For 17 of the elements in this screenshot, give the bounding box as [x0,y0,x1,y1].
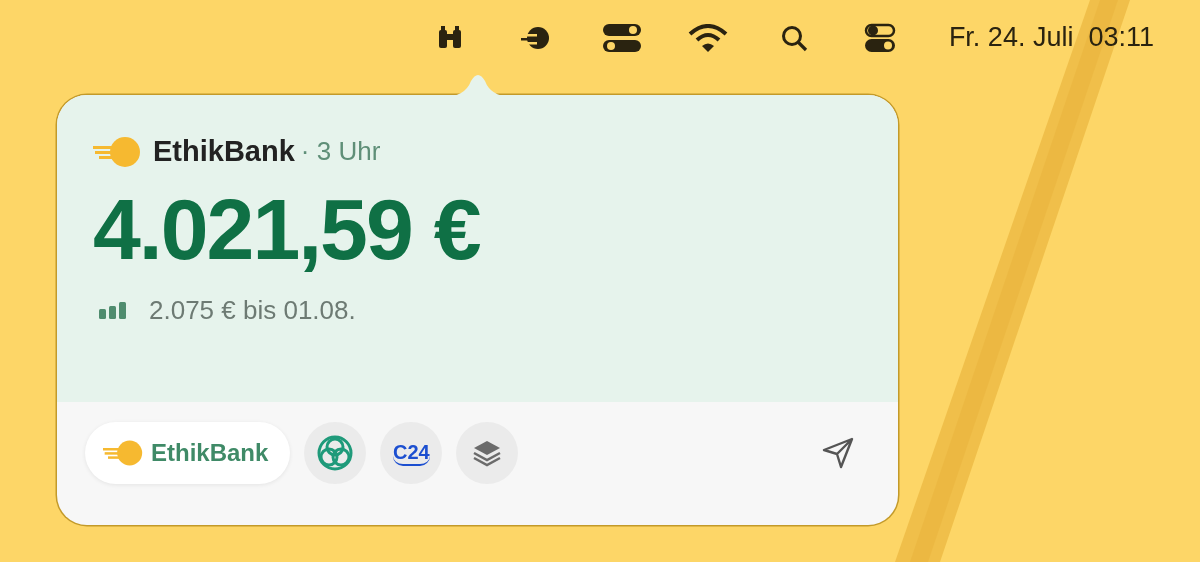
account-chip[interactable]: EthikBank [85,422,291,484]
toggle-switches-icon[interactable] [863,22,896,53]
bank-name: EthikBank [153,135,295,168]
account-button[interactable]: C24 [380,422,443,484]
send-icon[interactable] [820,435,856,471]
wifi-icon[interactable] [687,23,728,52]
coin-logo-icon [103,438,143,468]
toggle-switches-icon[interactable] [601,22,642,53]
coin-logo-icon [93,135,141,168]
update-time: · 3 Uhr [300,136,381,167]
forecast-text: 2.075 € bis 01.08. [149,294,356,326]
knot-logo-icon [316,434,355,472]
binoculars-icon[interactable] [436,25,463,50]
menu-bar-clock[interactable]: Fr. 24. Juli 03:11 [948,22,1154,53]
balance-amount: 4.021,59 € [93,182,481,277]
search-icon[interactable] [779,23,808,52]
coin-icon[interactable] [520,25,551,50]
